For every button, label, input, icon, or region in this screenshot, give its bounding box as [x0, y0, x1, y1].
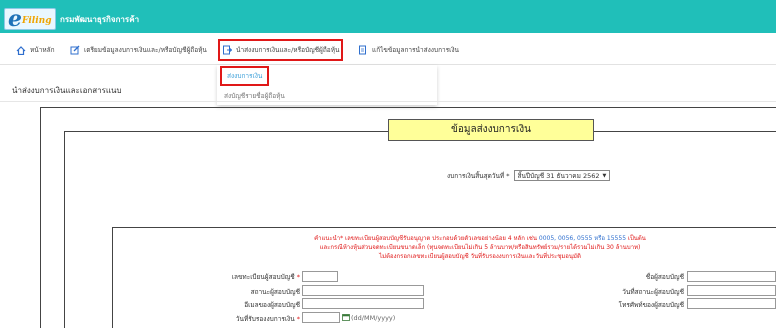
auditor-email-label: อีเมลของผู้สอบบัญชี — [244, 301, 300, 309]
divider — [0, 101, 776, 102]
menu-item-submit-financial-statement[interactable]: ส่งงบการเงิน — [219, 66, 270, 86]
date-format-hint: (dd/MM/yyyy) — [351, 314, 396, 322]
nav-prepare-data[interactable]: เตรียมข้อมูลงบการเงินและ/หรือบัญชีผู้ถือ… — [70, 43, 207, 57]
auditor-license-input[interactable] — [302, 271, 338, 282]
auditor-license-label: เลขทะเบียนผู้สอบบัญชี * — [232, 272, 300, 282]
auditor-instructions: คำแนะนำ* เลขทะเบียนผู้สอบบัญชีรับอนุญาต … — [260, 234, 700, 261]
period-row: งบการเงินสิ้นสุดวันที่ * สิ้นปีบัญชี 31 … — [447, 170, 611, 181]
required-marker: * — [296, 315, 300, 323]
nav-home[interactable]: หน้าหลัก — [16, 43, 55, 57]
instruction-line-1: คำแนะนำ* เลขทะเบียนผู้สอบบัญชีรับอนุญาต … — [260, 234, 700, 243]
period-select-value: สิ้นปีบัญชี 31 ธันวาคม 2562 — [517, 171, 600, 180]
certify-date-label-text: วันที่รับรองงบการเงิน — [235, 315, 295, 323]
efiling-logo[interactable]: e Filing — [4, 6, 56, 32]
document-send-icon — [223, 45, 232, 55]
auditor-status-label: สถานะผู้สอบบัญชี — [250, 288, 300, 296]
home-icon — [16, 45, 26, 55]
auditor-phone-label: โทรศัพท์ของผู้สอบบัญชี — [618, 301, 684, 309]
document-edit-icon — [359, 45, 366, 55]
nav-edit-submission-label: แก้ไขข้อมูลการนำส่งงบการเงิน — [372, 46, 459, 54]
app-header: e Filing กรมพัฒนาธุรกิจการค้า — [0, 0, 776, 33]
menu-item-submit-shareholder-list[interactable]: ส่งบัญชีรายชื่อผู้ถือหุ้น — [224, 91, 285, 101]
logo-filing-text: Filing — [22, 16, 52, 26]
instruction-line-2: และกรณีห้างหุ้นส่วนจดทะเบียนขนาดเล็ก (ทุ… — [319, 244, 641, 251]
auditor-status-date-label: วันที่สถานะผู้สอบบัญชี — [622, 288, 684, 296]
calendar-icon[interactable] — [342, 313, 350, 321]
instruction-line-1-end: เป็นต้น — [626, 235, 646, 242]
nav-submit-statements-label: นำส่งงบการเงินและ/หรือบัญชีผู้ถือหุ้น — [236, 46, 340, 54]
certify-date-input[interactable] — [302, 312, 340, 323]
required-marker: * — [296, 273, 300, 281]
form-title: ข้อมูลส่งงบการเงิน — [388, 119, 594, 141]
edit-icon — [70, 45, 80, 55]
instruction-examples: 0005, 0056, 0555 หรือ 15555 — [538, 235, 627, 242]
instruction-line-3: ไม่ต้องกรอกเลขทะเบียนผู้สอบบัญชี วันที่ร… — [379, 253, 581, 260]
nav-submit-statements[interactable]: นำส่งงบการเงินและ/หรือบัญชีผู้ถือหุ้น — [217, 39, 344, 61]
auditor-status-date-input[interactable] — [687, 285, 776, 296]
auditor-name-input[interactable] — [687, 271, 776, 282]
department-name: กรมพัฒนาธุรกิจการค้า — [60, 15, 140, 24]
certify-date-label: วันที่รับรองงบการเงิน * — [236, 314, 300, 324]
auditor-phone-input[interactable] — [687, 298, 776, 309]
auditor-status-input[interactable] — [302, 285, 424, 296]
auditor-name-label: ชื่อผู้สอบบัญชี — [645, 273, 684, 281]
auditor-email-input[interactable] — [302, 298, 424, 309]
period-select[interactable]: สิ้นปีบัญชี 31 ธันวาคม 2562 ▼ — [513, 170, 611, 181]
auditor-license-label-text: เลขทะเบียนผู้สอบบัญชี — [231, 273, 295, 281]
instruction-line-1-text: คำแนะนำ* เลขทะเบียนผู้สอบบัญชีรับอนุญาต … — [314, 235, 539, 242]
period-label: งบการเงินสิ้นสุดวันที่ * — [447, 171, 510, 180]
nav-edit-submission[interactable]: แก้ไขข้อมูลการนำส่งงบการเงิน — [358, 43, 459, 57]
main-nav: หน้าหลัก เตรียมข้อมูลงบการเงินและ/หรือบั… — [0, 33, 776, 65]
chevron-down-icon: ▼ — [602, 172, 607, 179]
logo-e-letter: e — [8, 6, 22, 32]
nav-prepare-data-label: เตรียมข้อมูลงบการเงินและ/หรือบัญชีผู้ถือ… — [84, 46, 207, 54]
submit-dropdown-menu: ส่งงบการเงิน ส่งบัญชีรายชื่อผู้ถือหุ้น — [217, 65, 437, 105]
page-title: นำส่งงบการเงินและเอกสารแนบ — [12, 86, 122, 95]
nav-home-label: หน้าหลัก — [30, 46, 55, 54]
